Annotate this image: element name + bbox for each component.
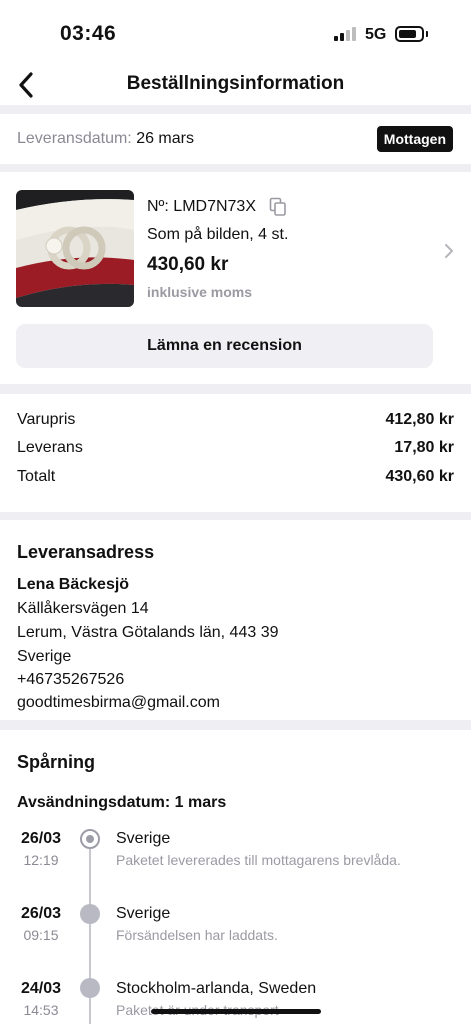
event-time: 14:53 — [23, 1002, 59, 1018]
delivery-date-row: Leveransdatum: 26 mars Mottagen — [0, 114, 471, 164]
timeline-current-dot — [80, 829, 100, 849]
subtotal-value: 412,80 kr — [385, 411, 454, 428]
email-address: goodtimesbirma@gmail.com — [17, 694, 220, 711]
event-date: 24/03 — [20, 980, 62, 997]
timeline-connector — [89, 998, 91, 1024]
subtotal-row: Varupris 412,80 kr — [17, 411, 454, 433]
ship-date: Avsändningsdatum: 1 mars — [17, 794, 227, 811]
leave-review-button[interactable]: Lämna en recension — [16, 324, 433, 368]
total-value: 430,60 kr — [385, 468, 454, 485]
price-summary: Varupris 412,80 kr Leverans 17,80 kr Tot… — [0, 394, 471, 512]
battery-tip — [426, 31, 428, 37]
nav-bar: Beställningsinformation — [0, 64, 471, 106]
network-type: 5G — [365, 26, 387, 43]
delivery-address: Leveransadress Lena Bäckesjö Källåkersvä… — [0, 520, 471, 720]
product-variant: Som på bilden, 4 st. — [147, 226, 289, 243]
tracking-section: Spårning Avsändningsdatum: 1 mars 26/03 … — [0, 730, 471, 1024]
event-time: 12:19 — [23, 852, 59, 868]
total-row: Totalt 430,60 kr — [17, 468, 454, 490]
product-image[interactable] — [16, 190, 134, 307]
shipping-row: Leverans 17,80 kr — [17, 439, 454, 461]
recipient-name: Lena Bäckesjö — [17, 576, 130, 593]
delivery-date-value: 26 mars — [136, 130, 194, 147]
copy-icon[interactable] — [269, 197, 287, 217]
vat-note: inklusive moms — [147, 284, 253, 300]
page-title: Beställningsinformation — [126, 73, 345, 94]
product-price: 430,60 kr — [147, 254, 229, 275]
street-address: Källåkersvägen 14 — [17, 600, 149, 617]
event-location: Sverige — [116, 830, 171, 847]
home-indicator[interactable] — [151, 1009, 321, 1014]
shipping-value: 17,80 kr — [394, 439, 454, 456]
chevron-right-icon[interactable] — [443, 242, 455, 260]
timeline-dot — [80, 978, 100, 998]
status-bar: 03:46 5G — [0, 0, 471, 64]
battery-icon — [395, 26, 424, 42]
country: Sverige — [17, 648, 72, 665]
order-details-screen: 03:46 5G Beställningsinformation Leveran… — [0, 0, 471, 1024]
event-location: Stockholm-arlanda, Sweden — [116, 980, 317, 997]
brooch-photo — [16, 190, 134, 307]
event-description: Försändelsen har laddats. — [116, 927, 278, 943]
section-divider — [0, 720, 471, 730]
timeline-connector — [89, 849, 91, 906]
phone-number: +46735267526 — [17, 671, 125, 688]
section-divider — [0, 384, 471, 394]
product-card[interactable]: Nº: LMD7N73X Som på bilden, 4 st. 430,60… — [0, 172, 471, 384]
city-region: Lerum, Västra Götalands län, 443 39 — [17, 624, 279, 641]
event-description: Paketet levererades till mottagarens bre… — [116, 852, 401, 868]
event-date: 26/03 — [20, 905, 62, 922]
section-divider — [0, 164, 471, 172]
shipping-label: Leverans — [17, 439, 83, 456]
subtotal-label: Varupris — [17, 411, 76, 428]
total-label: Totalt — [17, 468, 56, 485]
address-title: Leveransadress — [17, 542, 155, 562]
status-time: 03:46 — [60, 22, 117, 45]
section-divider — [0, 105, 471, 114]
signal-strength-icon — [334, 27, 358, 41]
section-divider — [0, 512, 471, 520]
delivery-date: Leveransdatum: 26 mars — [17, 130, 194, 148]
event-location: Sverige — [116, 905, 171, 922]
delivery-date-label: Leveransdatum: — [17, 130, 132, 147]
timeline-dot — [80, 904, 100, 924]
event-date: 26/03 — [20, 830, 62, 847]
event-time: 09:15 — [23, 927, 59, 943]
tracking-title: Spårning — [17, 752, 96, 772]
status-badge: Mottagen — [376, 126, 453, 152]
order-number: Nº: LMD7N73X — [147, 198, 256, 215]
